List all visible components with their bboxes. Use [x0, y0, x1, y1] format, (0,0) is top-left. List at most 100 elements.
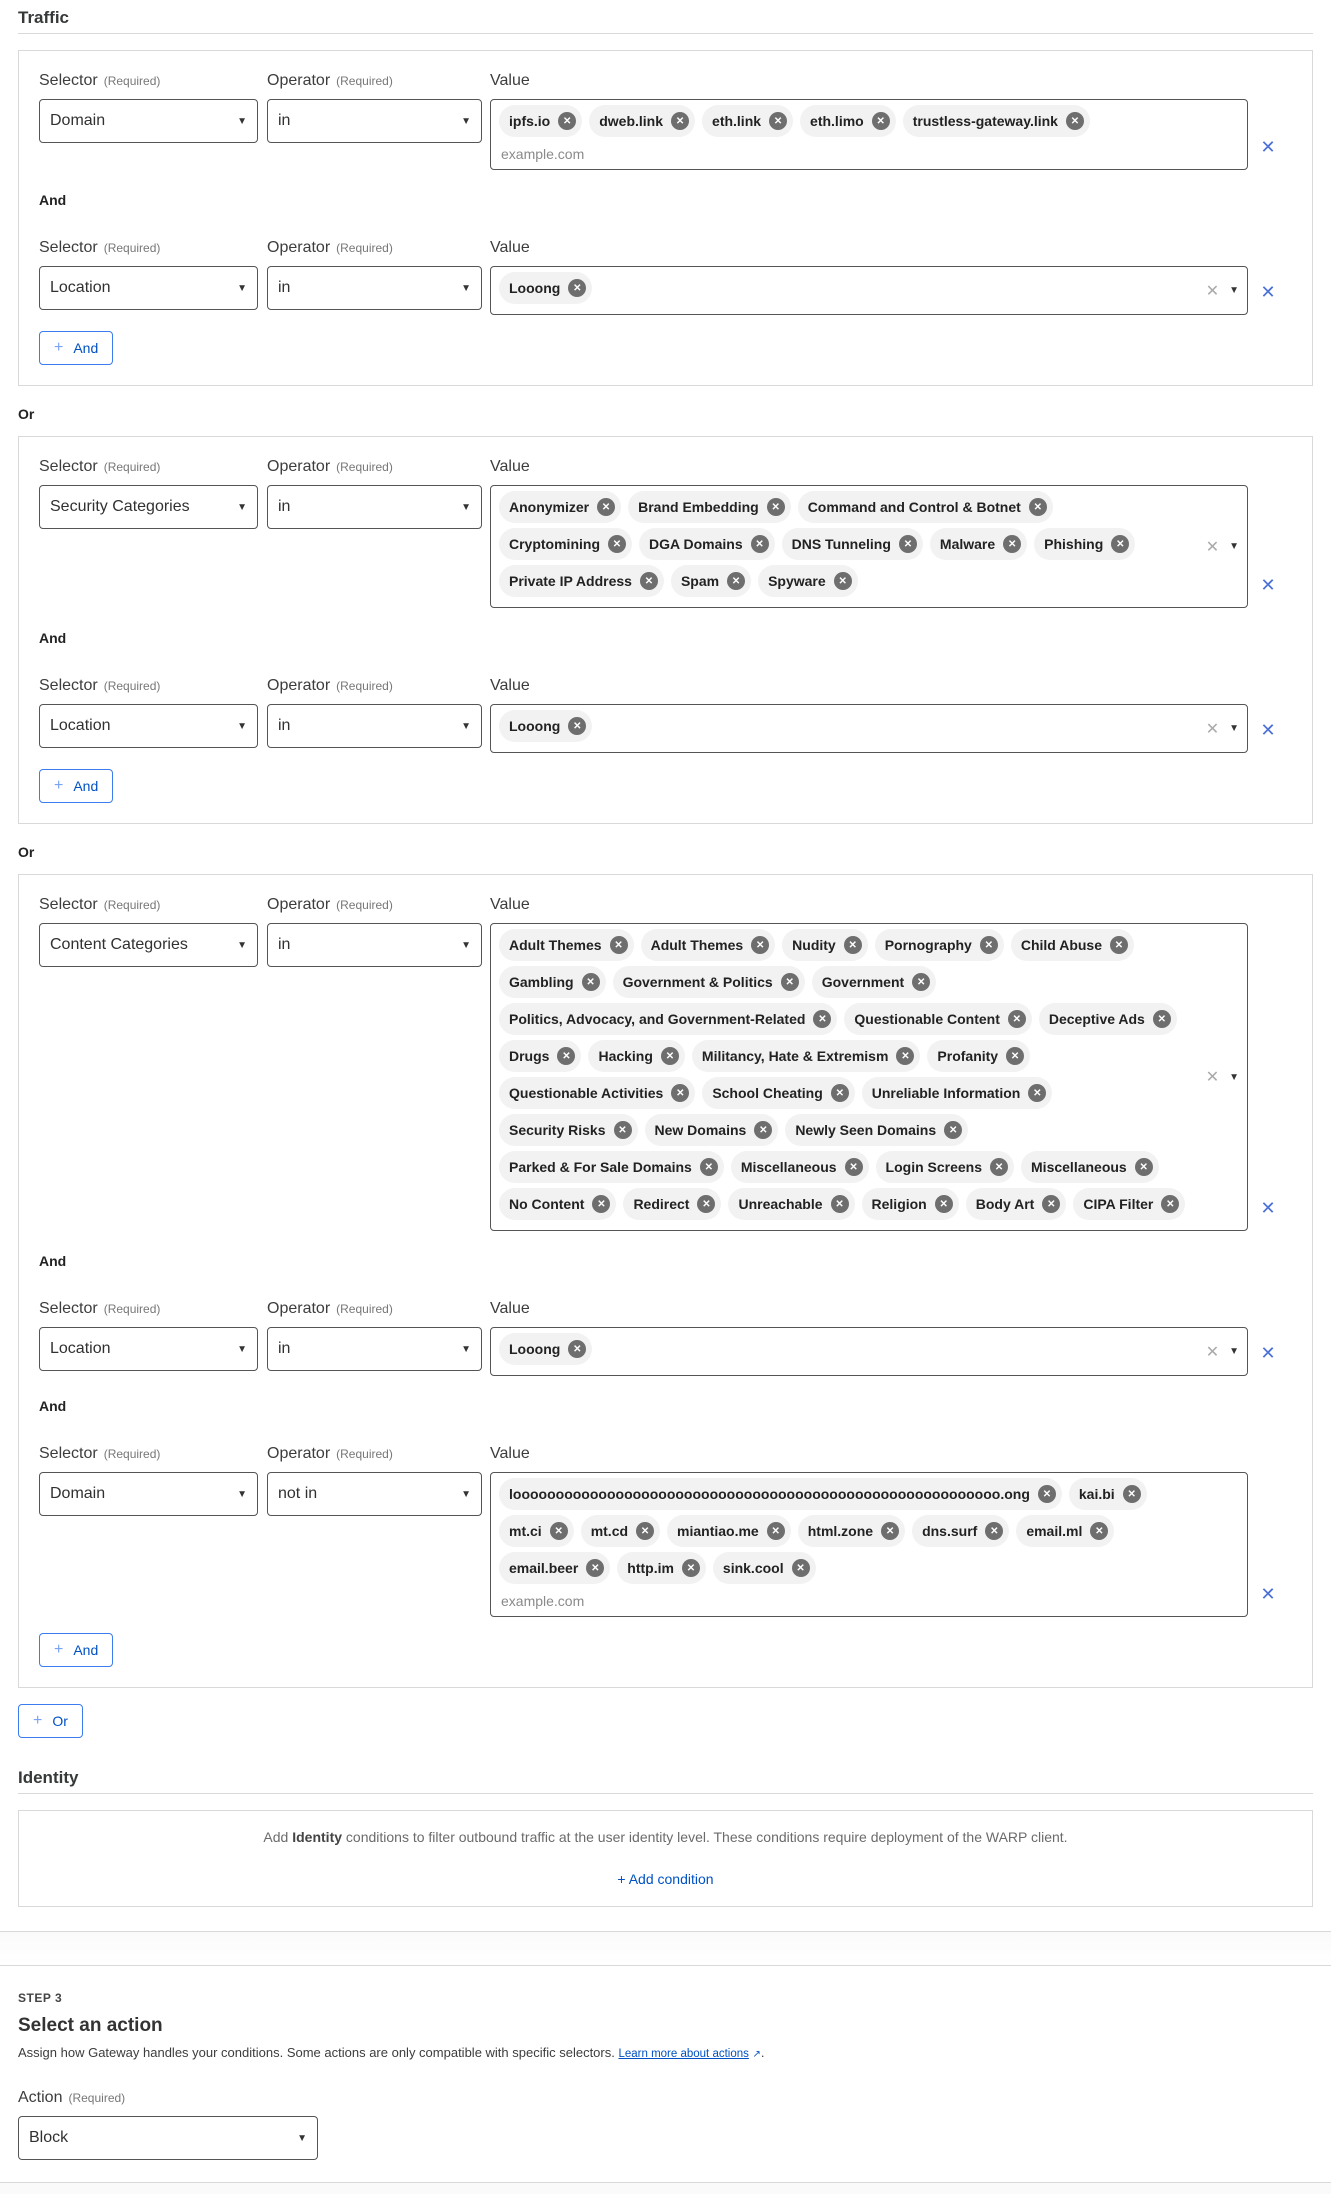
remove-condition-icon[interactable]: ✕ — [1248, 457, 1288, 608]
operator-select[interactable]: in ▼ — [267, 485, 482, 529]
chip-remove-icon[interactable]: ✕ — [568, 279, 587, 297]
chip-remove-icon[interactable]: ✕ — [581, 973, 600, 991]
chip-remove-icon[interactable]: ✕ — [1111, 535, 1130, 553]
chip-remove-icon[interactable]: ✕ — [639, 572, 658, 590]
chip-remove-icon[interactable]: ✕ — [979, 936, 998, 954]
selector-select[interactable]: Security Categories ▼ — [39, 485, 258, 529]
operator-select[interactable]: in ▼ — [267, 923, 482, 967]
caret-down-icon[interactable]: ▼ — [1229, 1346, 1239, 1357]
operator-select[interactable]: in ▼ — [267, 1327, 482, 1371]
chip-remove-icon[interactable]: ✕ — [1037, 1485, 1056, 1503]
remove-condition-icon[interactable]: ✕ — [1248, 71, 1288, 170]
chip-remove-icon[interactable]: ✕ — [843, 936, 862, 954]
operator-select[interactable]: not in ▼ — [267, 1472, 482, 1516]
selector-select[interactable]: Location ▼ — [39, 1327, 258, 1371]
value-placeholder[interactable]: example.com — [499, 142, 1197, 164]
chip-remove-icon[interactable]: ✕ — [1152, 1010, 1171, 1028]
chip-remove-icon[interactable]: ✕ — [813, 1010, 832, 1028]
chip-remove-icon[interactable]: ✕ — [557, 1047, 576, 1065]
chip-remove-icon[interactable]: ✕ — [568, 717, 587, 735]
operator-select[interactable]: in ▼ — [267, 704, 482, 748]
caret-down-icon[interactable]: ▼ — [1229, 541, 1239, 552]
value-input[interactable]: Anonymizer ✕ Brand Embedding ✕ Command and C… — [490, 485, 1248, 608]
add-identity-condition-link[interactable]: + Add condition — [19, 1871, 1312, 1887]
chip-remove-icon[interactable]: ✕ — [1161, 1195, 1180, 1213]
chip-remove-icon[interactable]: ✕ — [881, 1522, 900, 1540]
clear-icon[interactable]: ✕ — [1206, 719, 1219, 739]
remove-condition-icon[interactable]: ✕ — [1248, 1444, 1288, 1617]
chip-remove-icon[interactable]: ✕ — [769, 112, 788, 130]
operator-select[interactable]: in ▼ — [267, 99, 482, 143]
value-input[interactable]: Looong ✕ ✕ ▼ — [490, 1327, 1248, 1376]
remove-condition-icon[interactable]: ✕ — [1248, 895, 1288, 1231]
chip-remove-icon[interactable]: ✕ — [671, 112, 690, 130]
remove-condition-icon[interactable]: ✕ — [1248, 238, 1288, 315]
selector-select[interactable]: Content Categories ▼ — [39, 923, 258, 967]
chip-remove-icon[interactable]: ✕ — [934, 1195, 953, 1213]
add-or-button[interactable]: + Or — [18, 1704, 83, 1738]
chip-remove-icon[interactable]: ✕ — [830, 1084, 849, 1102]
chip-remove-icon[interactable]: ✕ — [681, 1559, 700, 1577]
value-input[interactable]: Looong ✕ ✕ ▼ — [490, 266, 1248, 315]
chip-remove-icon[interactable]: ✕ — [751, 936, 770, 954]
chip-remove-icon[interactable]: ✕ — [754, 1121, 773, 1139]
chip-remove-icon[interactable]: ✕ — [1122, 1485, 1141, 1503]
chip-remove-icon[interactable]: ✕ — [1028, 498, 1047, 516]
chip-remove-icon[interactable]: ✕ — [944, 1121, 963, 1139]
operator-select[interactable]: in ▼ — [267, 266, 482, 310]
chip-remove-icon[interactable]: ✕ — [896, 1047, 915, 1065]
remove-condition-icon[interactable]: ✕ — [1248, 676, 1288, 753]
chip-remove-icon[interactable]: ✕ — [660, 1047, 679, 1065]
chip-remove-icon[interactable]: ✕ — [766, 498, 785, 516]
selector-select[interactable]: Domain ▼ — [39, 1472, 258, 1516]
chip-remove-icon[interactable]: ✕ — [1006, 1047, 1025, 1065]
caret-down-icon[interactable]: ▼ — [1229, 723, 1239, 734]
chip-remove-icon[interactable]: ✕ — [912, 973, 931, 991]
chip-remove-icon[interactable]: ✕ — [844, 1158, 863, 1176]
add-and-button[interactable]: + And — [39, 769, 114, 803]
value-input[interactable]: ipfs.io ✕ dweb.link ✕ eth.link ✕ eth.limo ✕ trus… — [490, 99, 1248, 170]
chip-remove-icon[interactable]: ✕ — [1134, 1158, 1153, 1176]
clear-icon[interactable]: ✕ — [1206, 1067, 1219, 1087]
caret-down-icon[interactable]: ▼ — [1229, 1072, 1239, 1083]
add-and-button[interactable]: + And — [39, 1633, 114, 1667]
chip-remove-icon[interactable]: ✕ — [671, 1084, 690, 1102]
clear-icon[interactable]: ✕ — [1206, 1342, 1219, 1362]
chip-remove-icon[interactable]: ✕ — [597, 498, 616, 516]
action-select[interactable]: Block ▼ — [18, 2116, 318, 2160]
chip-remove-icon[interactable]: ✕ — [1090, 1522, 1109, 1540]
chip-remove-icon[interactable]: ✕ — [613, 1121, 632, 1139]
chip-remove-icon[interactable]: ✕ — [727, 572, 746, 590]
chip-remove-icon[interactable]: ✕ — [586, 1559, 605, 1577]
chip-remove-icon[interactable]: ✕ — [1042, 1195, 1061, 1213]
value-placeholder[interactable]: example.com — [499, 1589, 1197, 1611]
chip-remove-icon[interactable]: ✕ — [791, 1559, 810, 1577]
clear-icon[interactable]: ✕ — [1206, 537, 1219, 557]
selector-select[interactable]: Location ▼ — [39, 266, 258, 310]
chip-remove-icon[interactable]: ✕ — [1003, 535, 1022, 553]
chip-remove-icon[interactable]: ✕ — [780, 973, 799, 991]
chip-remove-icon[interactable]: ✕ — [549, 1522, 568, 1540]
clear-icon[interactable]: ✕ — [1206, 281, 1219, 301]
chip-remove-icon[interactable]: ✕ — [990, 1158, 1009, 1176]
selector-select[interactable]: Location ▼ — [39, 704, 258, 748]
caret-down-icon[interactable]: ▼ — [1229, 285, 1239, 296]
chip-remove-icon[interactable]: ✕ — [898, 535, 917, 553]
selector-select[interactable]: Domain ▼ — [39, 99, 258, 143]
chip-remove-icon[interactable]: ✕ — [697, 1195, 716, 1213]
chip-remove-icon[interactable]: ✕ — [608, 535, 626, 553]
chip-remove-icon[interactable]: ✕ — [985, 1522, 1004, 1540]
value-input[interactable]: looooooooooooooooooooooooooooooooooooooo… — [490, 1472, 1248, 1617]
chip-remove-icon[interactable]: ✕ — [1007, 1010, 1026, 1028]
chip-remove-icon[interactable]: ✕ — [833, 572, 852, 590]
chip-remove-icon[interactable]: ✕ — [636, 1522, 655, 1540]
learn-more-link[interactable]: Learn more about actions — [618, 2048, 748, 2060]
value-input[interactable]: Looong ✕ ✕ ▼ — [490, 704, 1248, 753]
chip-remove-icon[interactable]: ✕ — [558, 112, 577, 130]
chip-remove-icon[interactable]: ✕ — [1110, 936, 1128, 954]
chip-remove-icon[interactable]: ✕ — [1028, 1084, 1047, 1102]
chip-remove-icon[interactable]: ✕ — [1065, 112, 1084, 130]
chip-remove-icon[interactable]: ✕ — [871, 112, 890, 130]
value-input[interactable]: Adult Themes ✕ Adult Themes ✕ Nudity ✕ Pornogr… — [490, 923, 1248, 1231]
chip-remove-icon[interactable]: ✕ — [766, 1522, 785, 1540]
